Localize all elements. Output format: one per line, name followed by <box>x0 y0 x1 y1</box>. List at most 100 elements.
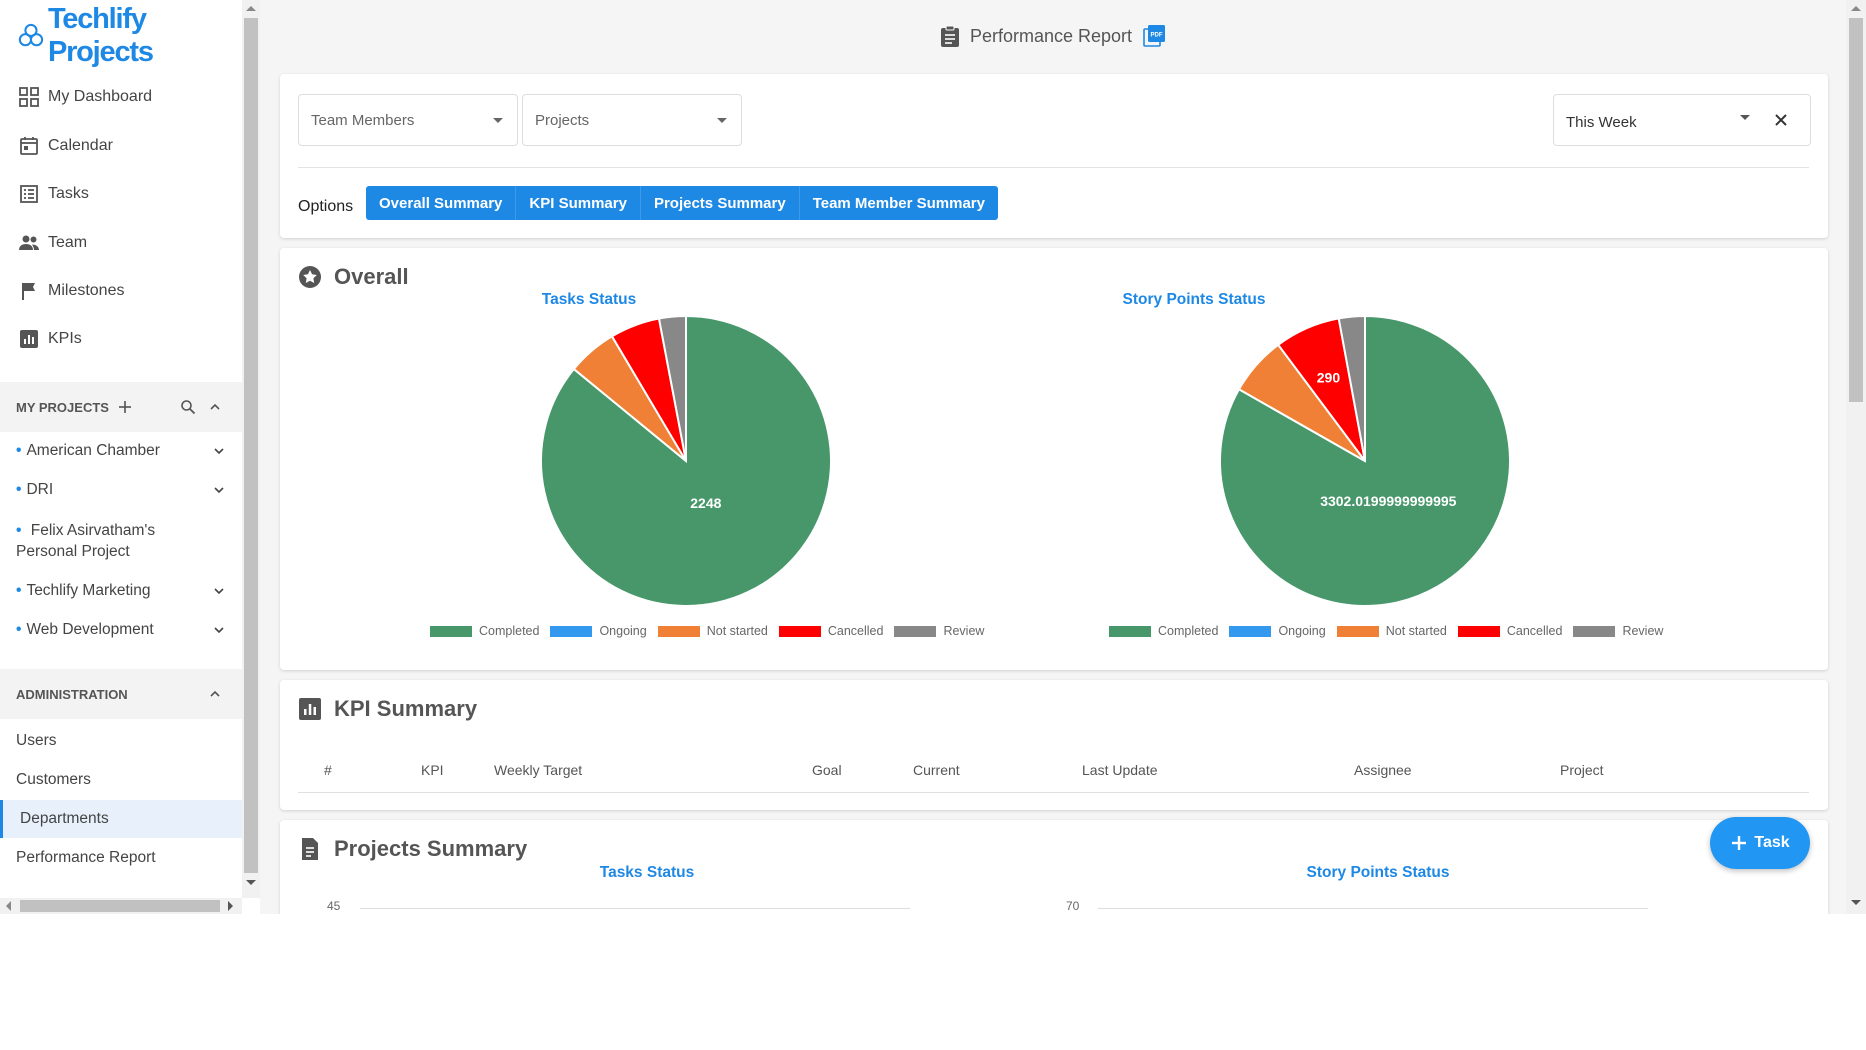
legend-item[interactable]: Ongoing <box>1229 624 1326 638</box>
chevron-down-icon[interactable] <box>212 584 226 598</box>
sidebar: Techlify Projects My Dashboard Calendar … <box>0 0 242 898</box>
scroll-left-arrow[interactable] <box>6 901 11 911</box>
dashboard-icon <box>19 87 39 107</box>
admin-label: Performance Report <box>16 849 156 866</box>
kpi-icon <box>20 330 38 348</box>
team-member-summary-button[interactable]: Team Member Summary <box>799 186 998 220</box>
pie-data-label: 2248 <box>690 495 721 511</box>
column-header-current[interactable]: Current <box>913 762 960 778</box>
chevron-down-icon[interactable] <box>212 483 226 497</box>
overall-title-row: Overall <box>298 264 409 290</box>
overall-summary-button[interactable]: Overall Summary <box>366 186 517 220</box>
team-icon <box>19 235 39 250</box>
legend-label: Completed <box>479 624 540 638</box>
nav-team[interactable]: Team <box>18 228 87 258</box>
scroll-up-arrow[interactable] <box>246 6 256 11</box>
my-projects-heading: MY PROJECTS <box>16 399 109 415</box>
column-header-assignee[interactable]: Assignee <box>1354 762 1412 778</box>
column-header-goal[interactable]: Goal <box>812 762 842 778</box>
page-title-bar: Performance Report PDF <box>260 24 1846 48</box>
main-scrollbar[interactable] <box>1846 0 1866 914</box>
main-scroll-thumb[interactable] <box>1849 18 1863 402</box>
scroll-down-arrow[interactable] <box>1851 900 1861 905</box>
plus-icon <box>1732 836 1747 850</box>
column-header-project[interactable]: Project <box>1560 762 1604 778</box>
projects-summary-card: Projects Summary Tasks Status Story Poin… <box>280 820 1828 914</box>
column-header-last-update[interactable]: Last Update <box>1082 762 1158 778</box>
chevron-up-icon[interactable] <box>208 687 222 701</box>
admin-item-performance-report[interactable]: Performance Report <box>0 839 242 877</box>
add-task-button[interactable]: Task <box>1710 817 1810 869</box>
legend-item[interactable]: Completed <box>430 624 539 638</box>
add-project-icon[interactable] <box>117 399 133 415</box>
legend-item[interactable]: Cancelled <box>1457 624 1562 638</box>
nav-label: Team <box>48 234 88 251</box>
legend-swatch <box>1229 625 1272 637</box>
overall-title: Overall <box>334 264 409 289</box>
sidebar-scrollbar[interactable] <box>242 0 260 898</box>
kpi-summary-title-row: KPI Summary <box>298 696 477 722</box>
gridline <box>1098 908 1648 909</box>
legend-item[interactable]: Cancelled <box>778 624 884 638</box>
administration-heading: ADMINISTRATION <box>16 686 128 702</box>
project-item-web-development[interactable]: • Web Development <box>16 621 226 639</box>
clear-icon[interactable] <box>1774 113 1788 127</box>
sidebar-scroll-thumb[interactable] <box>244 18 258 873</box>
column-header-kpi[interactable]: KPI <box>421 762 444 778</box>
project-item-american-chamber[interactable]: • American Chamber <box>16 442 226 460</box>
administration-header[interactable]: ADMINISTRATION <box>0 669 242 719</box>
nav-kpis[interactable]: KPIs <box>18 324 82 354</box>
projects-select[interactable]: Projects <box>522 94 742 146</box>
nav-milestones[interactable]: Milestones <box>18 276 124 306</box>
scroll-up-arrow[interactable] <box>1851 6 1861 11</box>
legend-label: Cancelled <box>827 624 884 638</box>
project-item-techlify-marketing[interactable]: • Techlify Marketing <box>16 582 226 600</box>
legend-item[interactable]: Completed <box>1109 624 1218 638</box>
legend-swatch <box>1109 625 1151 637</box>
period-select[interactable]: This Week <box>1553 94 1811 146</box>
legend-item[interactable]: Review <box>894 624 984 638</box>
legend-item[interactable]: Not started <box>657 624 768 638</box>
nav-calendar[interactable]: Calendar <box>18 131 113 161</box>
legend-swatch <box>894 625 937 637</box>
main-content: Performance Report PDF Team Members Proj… <box>260 0 1846 914</box>
calendar-icon <box>20 137 38 155</box>
kpi-summary-button[interactable]: KPI Summary <box>516 186 641 220</box>
kpi-chart-icon <box>299 698 321 720</box>
nav-my-dashboard[interactable]: My Dashboard <box>18 82 152 112</box>
sidebar-horizontal-scrollbar[interactable] <box>0 898 242 914</box>
admin-item-users[interactable]: Users <box>0 722 242 760</box>
nav-tasks[interactable]: Tasks <box>18 179 89 209</box>
admin-item-departments[interactable]: Departments <box>0 800 242 838</box>
scroll-down-arrow[interactable] <box>246 880 256 885</box>
legend-item[interactable]: Review <box>1573 624 1663 638</box>
chevron-down-icon[interactable] <box>212 444 226 458</box>
team-members-select[interactable]: Team Members <box>298 94 518 146</box>
legend-item[interactable]: Not started <box>1336 624 1447 638</box>
legend-label: Not started <box>706 624 768 638</box>
chevron-up-icon[interactable] <box>208 400 222 414</box>
gridline <box>360 908 910 909</box>
projects-summary-button[interactable]: Projects Summary <box>640 186 800 220</box>
pdf-icon[interactable]: PDF <box>1142 24 1166 48</box>
tasks-status-pie-chart: 2248 <box>540 314 832 607</box>
column-header-number[interactable]: # <box>324 762 332 778</box>
project-item-dri[interactable]: • DRI <box>16 481 226 499</box>
column-header-weekly-target[interactable]: Weekly Target <box>494 762 582 778</box>
logo[interactable]: Techlify Projects <box>18 3 242 68</box>
admin-item-customers[interactable]: Customers <box>0 761 242 799</box>
sidebar-hscroll-thumb[interactable] <box>20 900 220 912</box>
caret-down-icon <box>717 118 727 123</box>
kpi-summary-card: KPI Summary # KPI Weekly Target Goal Cur… <box>280 680 1828 810</box>
tasks-icon <box>20 185 38 203</box>
kpi-summary-title: KPI Summary <box>334 696 478 721</box>
logo-text: Techlify Projects <box>47 3 154 68</box>
team-members-placeholder: Team Members <box>311 111 415 129</box>
chevron-down-icon[interactable] <box>212 623 226 637</box>
search-icon[interactable] <box>180 399 196 415</box>
project-item-felix-personal[interactable]: • Felix Asirvatham's Personal Project <box>16 520 186 562</box>
pie-data-label: 3302.0199999999995 <box>1320 493 1456 509</box>
project-dot: • <box>16 621 22 638</box>
scroll-right-arrow[interactable] <box>228 901 233 911</box>
legend-item[interactable]: Ongoing <box>550 624 647 638</box>
